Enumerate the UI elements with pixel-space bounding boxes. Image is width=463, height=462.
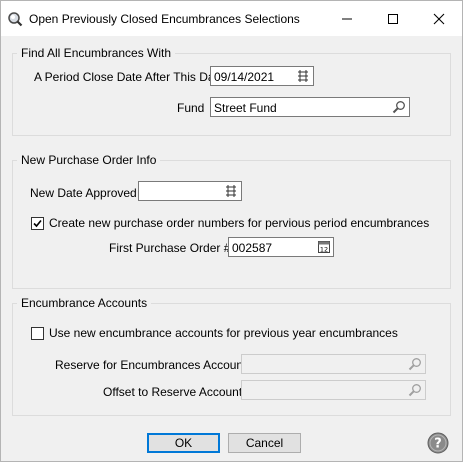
number-lookup-icon[interactable]: 12 bbox=[317, 240, 331, 254]
use-new-accounts-label[interactable]: Use new encumbrance accounts for previou… bbox=[49, 326, 398, 340]
search-icon[interactable] bbox=[408, 383, 422, 397]
svg-text:12: 12 bbox=[320, 246, 328, 254]
period-close-date-value: 09/14/2021 bbox=[214, 70, 275, 84]
reserve-account-field[interactable] bbox=[241, 354, 426, 374]
first-po-value: 002587 bbox=[232, 241, 273, 255]
create-new-po-label[interactable]: Create new purchase order numbers for pe… bbox=[49, 216, 429, 230]
dialog-window: Open Previously Closed Encumbrances Sele… bbox=[0, 0, 463, 462]
maximize-icon bbox=[388, 13, 398, 24]
checkmark-icon bbox=[33, 219, 42, 228]
minimize-button[interactable] bbox=[324, 1, 370, 36]
fund-field[interactable]: Street Fund bbox=[210, 97, 410, 117]
maximize-button[interactable] bbox=[370, 1, 416, 36]
period-close-date-label: A Period Close Date After This Date bbox=[34, 70, 225, 84]
fund-label: Fund bbox=[177, 101, 205, 115]
reserve-account-label: Reserve for Encumbrances Account bbox=[55, 358, 247, 372]
create-new-po-checkbox[interactable] bbox=[31, 217, 44, 230]
magnifier-app-icon bbox=[8, 12, 23, 27]
find-group-legend: Find All Encumbrances With bbox=[17, 46, 176, 60]
close-button[interactable] bbox=[416, 1, 462, 36]
svg-text:?: ? bbox=[434, 437, 442, 452]
new-date-approved-label: New Date Approved bbox=[30, 186, 137, 200]
search-icon[interactable] bbox=[392, 100, 406, 114]
calendar-grid-icon[interactable] bbox=[224, 184, 238, 198]
offset-account-field[interactable] bbox=[241, 380, 426, 400]
minimize-icon bbox=[342, 18, 352, 19]
ok-button[interactable]: OK bbox=[147, 433, 220, 453]
window-title: Open Previously Closed Encumbrances Sele… bbox=[29, 12, 300, 26]
offset-account-label: Offset to Reserve Account bbox=[103, 385, 243, 399]
close-icon bbox=[433, 13, 445, 24]
use-new-accounts-checkbox[interactable] bbox=[31, 327, 44, 340]
ok-button-label: OK bbox=[174, 436, 193, 450]
title-bar: Open Previously Closed Encumbrances Sele… bbox=[1, 1, 462, 36]
period-close-date-field[interactable]: 09/14/2021 bbox=[210, 66, 314, 86]
help-icon[interactable]: ? bbox=[427, 432, 449, 454]
search-icon[interactable] bbox=[408, 357, 422, 371]
calendar-grid-icon[interactable] bbox=[296, 69, 310, 83]
new-date-approved-field[interactable] bbox=[138, 181, 242, 201]
accounts-group-legend: Encumbrance Accounts bbox=[17, 296, 152, 310]
cancel-button-label: Cancel bbox=[245, 436, 284, 450]
first-po-field[interactable]: 002587 12 bbox=[228, 237, 334, 257]
fund-value: Street Fund bbox=[214, 101, 277, 115]
cancel-button[interactable]: Cancel bbox=[228, 433, 301, 453]
first-po-label: First Purchase Order # bbox=[109, 241, 231, 255]
po-group-legend: New Purchase Order Info bbox=[17, 153, 161, 167]
